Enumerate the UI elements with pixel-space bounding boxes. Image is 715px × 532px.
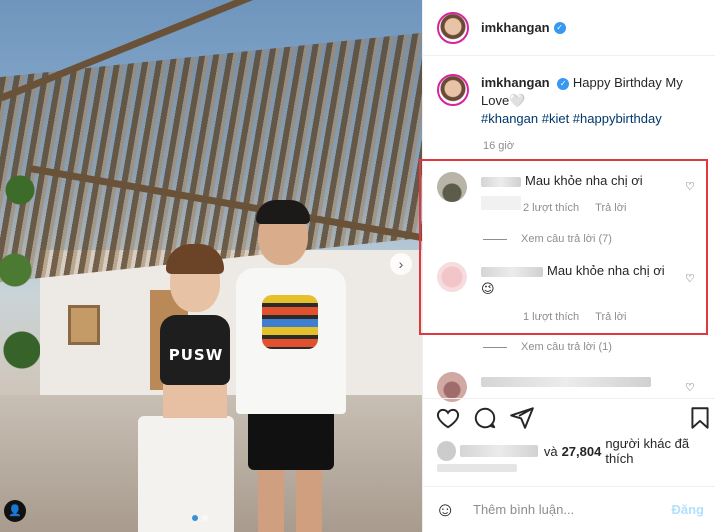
tagged-user-icon[interactable]: 👤 [4, 500, 26, 522]
comment-text: Mau khỏe nha chị ơi [547, 263, 665, 278]
comment-body: Mau khỏe nha chị ơi 😉 [481, 262, 681, 298]
person-legs [258, 470, 322, 532]
comment-likes[interactable]: 2 lượt thích [523, 202, 579, 214]
share-icon[interactable] [509, 405, 535, 431]
chevron-right-icon: › [398, 256, 404, 272]
comment-input[interactable] [473, 502, 672, 517]
view-replies-button[interactable]: Xem câu trả lời (7) [483, 233, 612, 245]
commenter-avatar[interactable] [437, 172, 467, 202]
shirt-print [262, 295, 318, 349]
likes-summary: và 27,804 người khác đã thích [437, 436, 715, 466]
post-time[interactable]: 16 giờ [483, 140, 514, 152]
carousel-dot [202, 515, 208, 521]
commenter-name[interactable] [481, 266, 543, 277]
reply-button[interactable]: Trả lời [595, 311, 626, 323]
comment-icon[interactable] [472, 405, 498, 431]
post-photo[interactable]: PUSW › 👤 [0, 0, 422, 532]
liker-avatar[interactable] [437, 441, 456, 461]
verified-badge-icon: ✓ [553, 21, 566, 34]
house-window [68, 305, 100, 345]
hashtag-links[interactable]: #khangan #kiet #happybirthday [481, 111, 662, 126]
commenter-name[interactable] [481, 176, 521, 187]
person-torso [163, 384, 227, 418]
divider-line [483, 238, 507, 240]
carousel-dot [192, 515, 198, 521]
reply-button[interactable]: Trả lời [595, 202, 626, 214]
avatar[interactable] [437, 74, 469, 106]
caption-username[interactable]: imkhangan [481, 75, 550, 90]
person-shorts [248, 412, 334, 470]
post-sidebar: imkhangan ✓ imkhangan ✓ Happy Birthday M… [419, 0, 715, 532]
caption-body: imkhangan ✓ Happy Birthday My Love🤍 #kha… [481, 74, 707, 128]
like-comment-heart-icon[interactable]: ♡ [685, 381, 695, 394]
comment-meta: 1 lượt thích Trả lời [523, 311, 626, 323]
comment-meta: 2 lượt thích Trả lời [523, 202, 626, 214]
comment-emoji: 😉 [481, 281, 495, 296]
plants [0, 150, 40, 400]
shirt-print-text: PUSW [168, 346, 224, 364]
post-comment-button[interactable]: Đăng [672, 502, 705, 517]
like-comment-heart-icon[interactable]: ♡ [685, 180, 695, 193]
action-bar [423, 398, 715, 434]
carousel-dots [192, 515, 208, 521]
commenter-avatar[interactable] [437, 262, 467, 292]
comment-text-blurred [481, 376, 651, 387]
liker-name[interactable] [459, 445, 538, 457]
person-pants [138, 416, 234, 532]
view-replies-label: Xem câu trả lời (1) [521, 341, 612, 353]
comment-text: Mau khỏe nha chị ơi [525, 173, 643, 188]
likes-connector: và [543, 443, 558, 459]
bookmark-icon[interactable] [687, 405, 713, 431]
comment-likes[interactable]: 1 lượt thích [523, 311, 579, 323]
heart-icon[interactable] [435, 405, 461, 431]
avatar[interactable] [437, 11, 469, 44]
add-comment-bar: ☺ Đăng [423, 486, 715, 532]
person-hair [256, 200, 310, 224]
likes-suffix[interactable]: người khác đã thích [605, 436, 715, 466]
post-date [437, 464, 517, 472]
comment: Mau khỏe nha chị ơi 😉 [437, 262, 707, 298]
comment-blur-line [481, 196, 521, 210]
verified-badge-icon: ✓ [557, 77, 570, 90]
caption: imkhangan ✓ Happy Birthday My Love🤍 #kha… [437, 74, 707, 128]
post-header: imkhangan ✓ [423, 0, 715, 56]
likes-count[interactable]: 27,804 [562, 444, 602, 459]
divider-line [483, 346, 507, 348]
carousel-next-button[interactable]: › [390, 253, 412, 275]
username[interactable]: imkhangan [481, 20, 550, 35]
like-comment-heart-icon[interactable]: ♡ [685, 272, 695, 285]
view-replies-button[interactable]: Xem câu trả lời (1) [483, 341, 612, 353]
view-replies-label: Xem câu trả lời (7) [521, 233, 612, 245]
emoji-icon[interactable]: ☺ [435, 498, 459, 522]
